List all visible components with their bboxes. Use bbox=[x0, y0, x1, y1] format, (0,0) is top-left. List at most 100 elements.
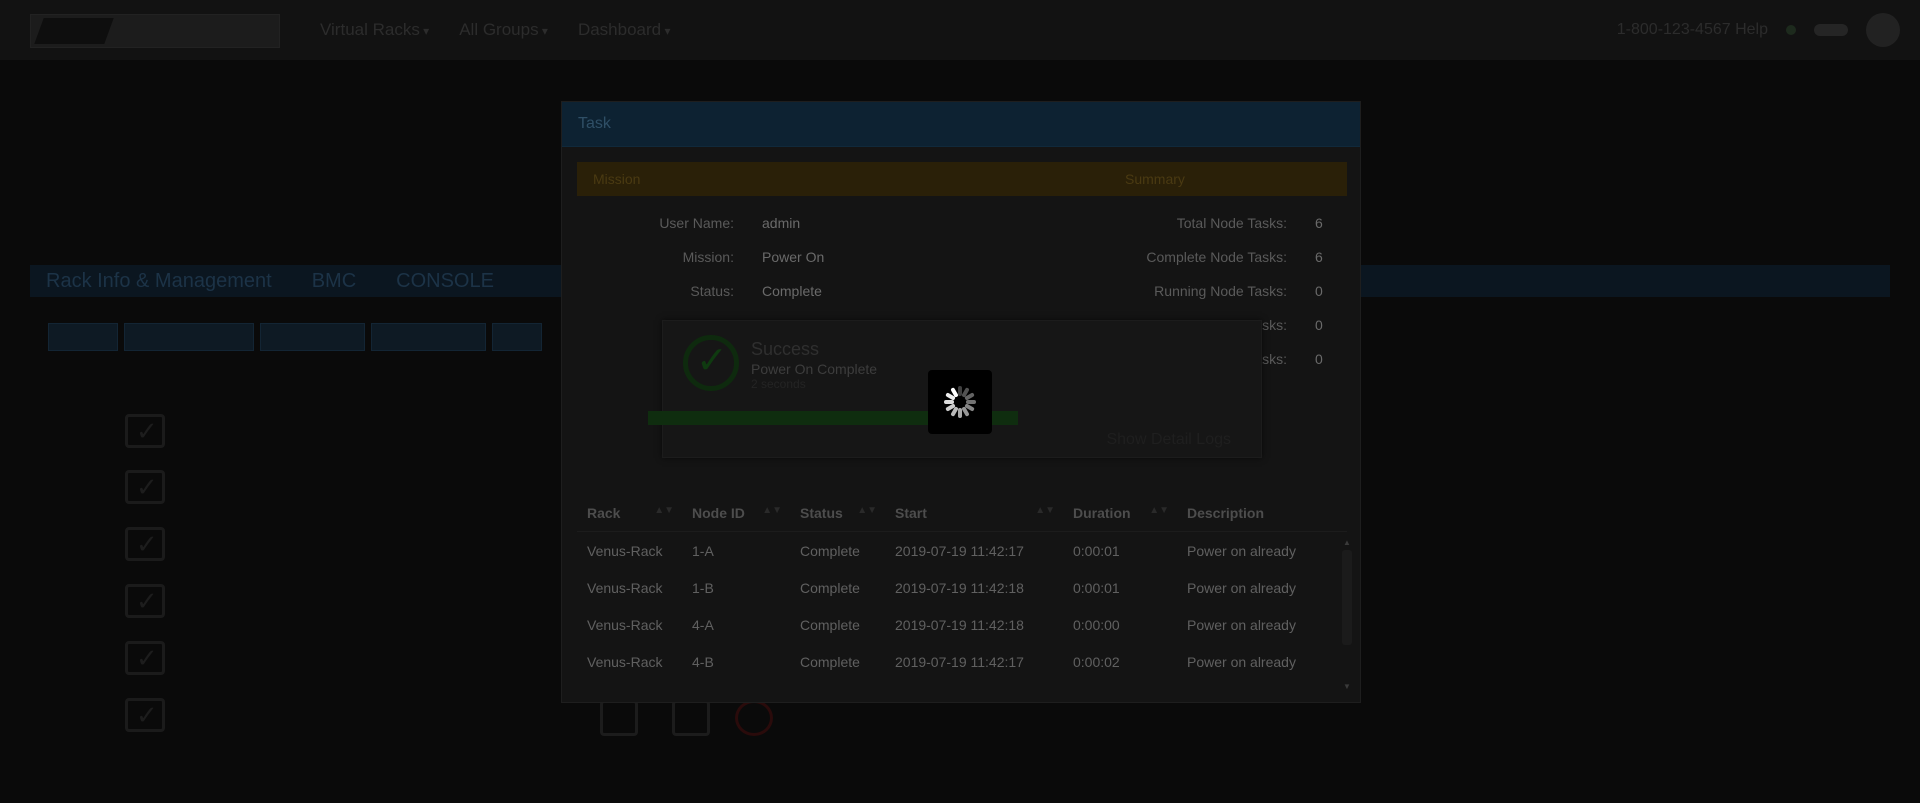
bg-toolbar-btn bbox=[492, 323, 542, 351]
table-row: Venus-Rack 1-B Complete 2019-07-19 11:42… bbox=[577, 569, 1347, 606]
table-row: Venus-Rack 4-A Complete 2019-07-19 11:42… bbox=[577, 606, 1347, 643]
bg-toolbar-btn bbox=[260, 323, 365, 351]
summary-running-value: 0 bbox=[1315, 283, 1323, 299]
help-phone[interactable]: 1-800-123-4567 Help bbox=[1617, 21, 1768, 39]
column-header-start[interactable]: Start ▲▼ bbox=[885, 505, 1063, 521]
loading-spinner-icon bbox=[928, 370, 992, 434]
bg-toolbar-btn bbox=[124, 323, 254, 351]
logo[interactable] bbox=[30, 14, 280, 48]
cell-duration: 0:00:01 bbox=[1073, 542, 1120, 559]
column-header-node-id[interactable]: Node ID ▲▼ bbox=[682, 505, 790, 521]
cell-rack: Venus-Rack bbox=[587, 579, 663, 596]
background-toolbar bbox=[48, 323, 542, 351]
summary-running-label: Running Node Tasks: bbox=[1154, 283, 1287, 299]
summary-canceled-value: 0 bbox=[1315, 351, 1323, 367]
avatar[interactable] bbox=[1866, 13, 1900, 47]
column-header-duration[interactable]: Duration ▲▼ bbox=[1063, 505, 1177, 521]
bg-row-checkbox bbox=[125, 698, 165, 732]
cell-status: Complete bbox=[800, 579, 860, 596]
cell-description: Power on already bbox=[1187, 653, 1296, 670]
nav-all-groups[interactable]: All Groups bbox=[459, 20, 548, 40]
mission-section-header: Mission bbox=[577, 162, 1130, 196]
cell-start: 2019-07-19 11:42:17 bbox=[895, 653, 1024, 670]
table-header-row: Rack ▲▼ Node ID ▲▼ Status ▲▼ Start ▲▼ Durati… bbox=[577, 495, 1347, 532]
node-task-table: Rack ▲▼ Node ID ▲▼ Status ▲▼ Start ▲▼ Durati… bbox=[577, 495, 1347, 695]
summary-total-label: Total Node Tasks: bbox=[1176, 215, 1287, 231]
mission-user-value: admin bbox=[762, 215, 801, 231]
column-header-rack[interactable]: Rack ▲▼ bbox=[577, 505, 682, 521]
scroll-down-icon[interactable]: ▼ bbox=[1343, 682, 1351, 691]
summary-complete-value: 6 bbox=[1315, 249, 1323, 265]
cell-node-id: 1-A bbox=[692, 542, 714, 559]
summary-running: Running Node Tasks: bbox=[1102, 283, 1287, 301]
summary-section-header: Summary bbox=[1109, 162, 1347, 196]
mission-user-label: User Name: bbox=[659, 215, 734, 231]
bg-tab-rack-info: Rack Info & Management bbox=[46, 269, 272, 292]
bg-action-icon bbox=[672, 700, 710, 736]
success-subtext: 2 seconds bbox=[751, 377, 806, 391]
spinner-tick bbox=[958, 408, 962, 418]
summary-total-value: 6 bbox=[1315, 215, 1323, 231]
table-row: Venus-Rack 1-A Complete 2019-07-19 11:42… bbox=[577, 532, 1347, 569]
summary-total: Total Node Tasks: bbox=[1102, 215, 1287, 233]
cell-start: 2019-07-19 11:42:18 bbox=[895, 579, 1024, 596]
cell-node-id: 4-B bbox=[692, 653, 714, 670]
status-dot-icon bbox=[1786, 25, 1796, 35]
cell-description: Power on already bbox=[1187, 616, 1296, 633]
table-row: Venus-Rack 4-B Complete 2019-07-19 11:42… bbox=[577, 643, 1347, 680]
logo-mark bbox=[34, 18, 114, 44]
cell-status: Complete bbox=[800, 653, 860, 670]
table-scrollbar[interactable]: ▲ ▼ bbox=[1342, 538, 1352, 702]
cell-start: 2019-07-19 11:42:17 bbox=[895, 542, 1024, 559]
cell-status: Complete bbox=[800, 542, 860, 559]
sort-icon: ▲▼ bbox=[1149, 505, 1169, 516]
mission-status-value: Complete bbox=[762, 283, 822, 299]
bg-tab-console: CONSOLE bbox=[396, 269, 494, 292]
mission-name-label: Mission: bbox=[682, 249, 734, 265]
bg-row-checkbox bbox=[125, 584, 165, 618]
bg-info-icon bbox=[735, 700, 773, 736]
success-title: Success bbox=[751, 339, 820, 359]
bg-row-checkbox bbox=[125, 641, 165, 675]
nav-menu: Virtual Racks All Groups Dashboard bbox=[320, 0, 670, 60]
column-header-description[interactable]: Description bbox=[1177, 505, 1327, 521]
column-header-status[interactable]: Status ▲▼ bbox=[790, 505, 885, 521]
mission-user: User Name: bbox=[562, 215, 734, 233]
scroll-up-icon[interactable]: ▲ bbox=[1343, 538, 1351, 547]
nav-virtual-racks[interactable]: Virtual Racks bbox=[320, 20, 429, 40]
cell-duration: 0:00:00 bbox=[1073, 616, 1120, 633]
nav-right: 1-800-123-4567 Help bbox=[1617, 0, 1900, 60]
sort-icon: ▲▼ bbox=[1035, 505, 1055, 516]
sort-icon: ▲▼ bbox=[762, 505, 782, 516]
bg-toolbar-btn bbox=[48, 323, 118, 351]
cell-duration: 0:00:02 bbox=[1073, 653, 1120, 670]
nav-dashboard[interactable]: Dashboard bbox=[578, 20, 671, 40]
mission-name: Mission: bbox=[562, 249, 734, 267]
toggle-pill[interactable] bbox=[1814, 24, 1848, 36]
mission-status-label: Status: bbox=[690, 283, 734, 299]
cell-duration: 0:00:01 bbox=[1073, 579, 1120, 596]
show-detail-logs-link[interactable]: Show Detail Logs bbox=[1106, 431, 1231, 449]
success-message: Power On Complete bbox=[751, 361, 878, 377]
scrollbar-thumb[interactable] bbox=[1342, 550, 1352, 645]
sort-icon: ▲▼ bbox=[857, 505, 877, 516]
summary-complete-label: Complete Node Tasks: bbox=[1146, 249, 1287, 265]
mission-status: Status: bbox=[562, 283, 734, 301]
summary-header-label: Summary bbox=[1125, 171, 1185, 187]
cell-start: 2019-07-19 11:42:18 bbox=[895, 616, 1024, 633]
cell-status: Complete bbox=[800, 616, 860, 633]
cell-rack: Venus-Rack bbox=[587, 653, 663, 670]
mission-header-label: Mission bbox=[593, 171, 641, 187]
cell-rack: Venus-Rack bbox=[587, 542, 663, 559]
cell-description: Power on already bbox=[1187, 542, 1296, 559]
bg-tab-bmc: BMC bbox=[311, 269, 357, 292]
checkmark-circle-icon: ✓ bbox=[683, 335, 739, 391]
sort-icon: ▲▼ bbox=[654, 505, 674, 516]
cell-node-id: 4-A bbox=[692, 616, 714, 633]
cell-rack: Venus-Rack bbox=[587, 616, 663, 633]
cell-description: Power on already bbox=[1187, 579, 1296, 596]
cell-node-id: 1-B bbox=[692, 579, 714, 596]
bg-row-checkbox bbox=[125, 414, 165, 448]
bg-row-checkbox bbox=[125, 527, 165, 561]
bg-toolbar-btn bbox=[371, 323, 486, 351]
